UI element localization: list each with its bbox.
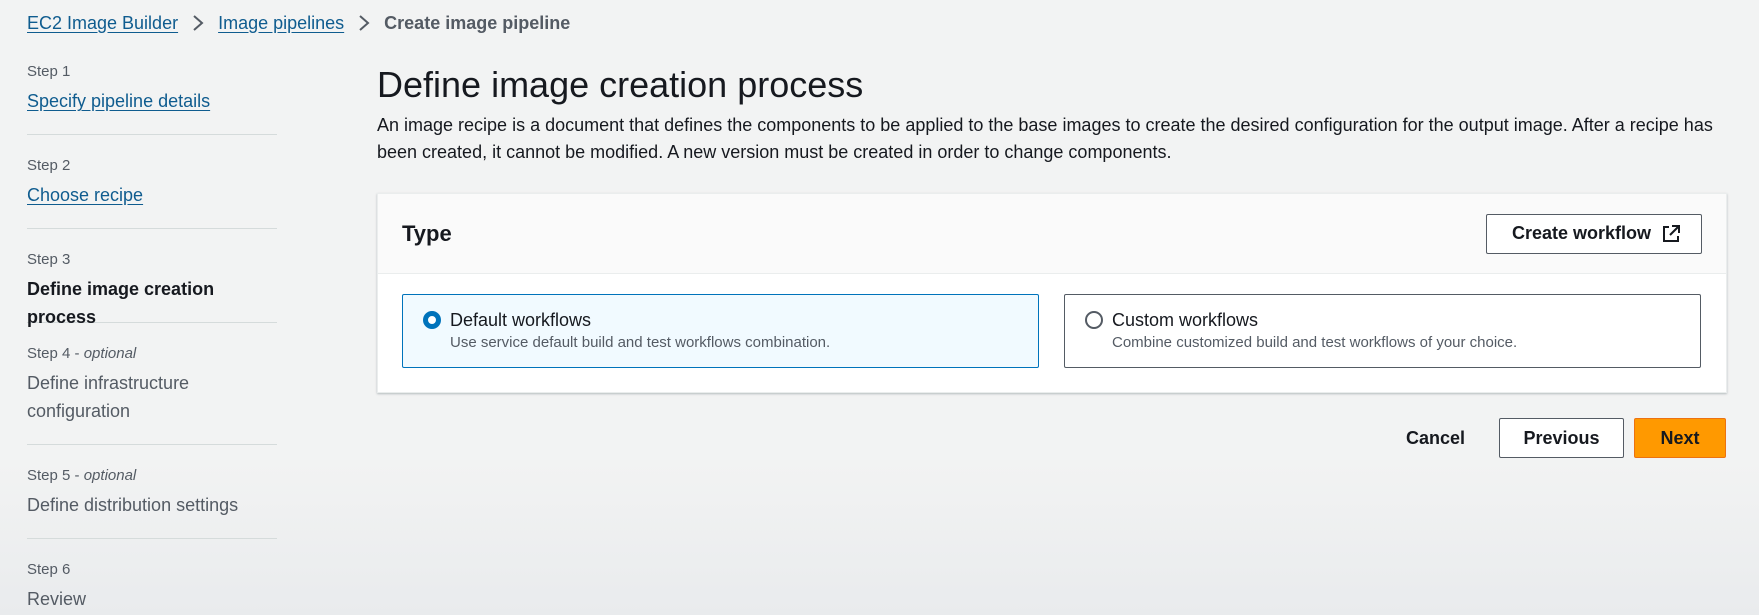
default-workflows-radio[interactable] [423, 311, 441, 329]
step-number-text: Step 4 [27, 345, 71, 362]
step-number: Step 6 [27, 561, 71, 578]
step-number: Step 2 [27, 157, 71, 174]
tile-title: Custom workflows [1112, 310, 1259, 330]
step-link-choose-recipe[interactable]: Choose recipe [27, 181, 277, 209]
custom-workflows-radio[interactable] [1085, 311, 1103, 329]
tile-description: Use service default build and test workf… [450, 334, 831, 351]
custom-workflows-tile[interactable]: Custom workflows Combine customized buil… [1064, 294, 1701, 368]
create-workflow-button[interactable]: Create workflow [1485, 213, 1702, 254]
wizard-step-1: Step 1 Specify pipeline details [27, 62, 277, 135]
tile-title: Default workflows [450, 310, 592, 330]
breadcrumb-ec2-image-builder[interactable]: EC2 Image Builder [27, 13, 178, 34]
type-container-header: Type Create workflow [378, 194, 1726, 274]
step-number-text: Step 5 [27, 467, 71, 484]
tile-description: Combine customized build and test workfl… [1112, 334, 1518, 351]
step-number: Step 3 [27, 251, 71, 268]
step-title-distribution: Define distribution settings [27, 495, 239, 515]
next-button[interactable]: Next [1634, 418, 1726, 458]
wizard-step-6: Step 6 Review [27, 539, 277, 613]
chevron-right-icon [178, 14, 218, 32]
tile-text: Custom workflows Combine customized buil… [1112, 309, 1517, 353]
step-optional-tag: optional [83, 467, 137, 484]
cancel-button[interactable]: Cancel [1382, 418, 1489, 458]
default-workflows-tile[interactable]: Default workflows Use service default bu… [402, 294, 1039, 368]
page-description: An image recipe is a document that defin… [377, 115, 1713, 162]
breadcrumb-current: Create image pipeline [384, 12, 571, 33]
breadcrumb-image-pipelines[interactable]: Image pipelines [218, 13, 344, 34]
page-title: Define image creation process [377, 64, 864, 105]
step-number: Step 1 [27, 63, 71, 80]
wizard-step-5: Step 5 - optional Define distribution se… [27, 445, 277, 539]
wizard-step-4: Step 4 - optional Define infrastructure … [27, 323, 277, 445]
step-link-specify-pipeline-details[interactable]: Specify pipeline details [27, 87, 277, 115]
tile-text: Default workflows Use service default bu… [450, 309, 830, 353]
step-optional-tag: optional [83, 345, 137, 362]
step-title-review: Review [27, 589, 87, 609]
chevron-right-icon [344, 14, 384, 32]
wizard-step-2: Step 2 Choose recipe [27, 135, 277, 229]
external-link-icon [1661, 224, 1681, 244]
type-container: Type Create workflow Default workflows U… [377, 193, 1727, 393]
wizard-actions: Cancel Previous Next [1382, 418, 1726, 458]
wizard-steps-nav: Step 1 Specify pipeline details Step 2 C… [27, 62, 277, 613]
step-title-infrastructure: Define infrastructure configuration [27, 373, 190, 421]
create-workflow-label: Create workflow [1511, 223, 1651, 243]
workflow-type-tiles: Default workflows Use service default bu… [378, 274, 1726, 388]
step-number: Step 5 - optional [27, 466, 277, 486]
step-number: Step 4 - optional [27, 344, 277, 364]
step-optional-separator: - [70, 345, 84, 362]
type-heading: Type [402, 220, 452, 246]
breadcrumb: EC2 Image Builder Image pipelines Create… [27, 11, 570, 35]
previous-button[interactable]: Previous [1499, 418, 1624, 458]
main-content: Define image creation process An image r… [377, 62, 1727, 166]
wizard-step-3: Step 3 Define image creation process [27, 229, 277, 327]
step-optional-separator: - [70, 467, 84, 484]
